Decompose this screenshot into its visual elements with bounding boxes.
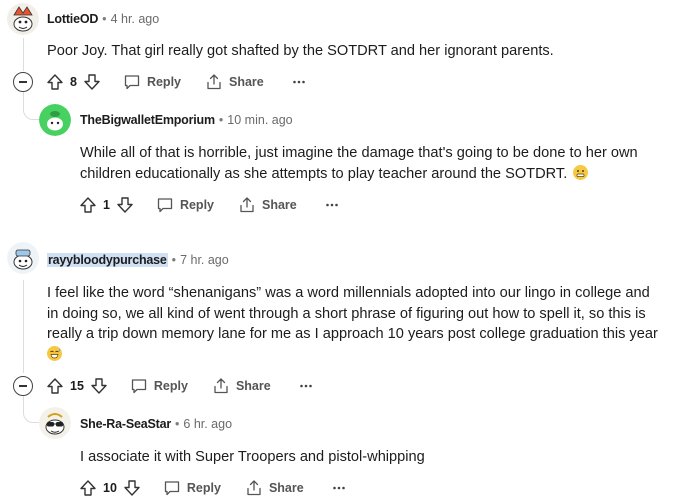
downvote-button[interactable] (83, 68, 101, 96)
collapse-minus-icon[interactable] (13, 376, 33, 396)
timestamp[interactable]: 7 hr. ago (180, 253, 229, 267)
more-dots-icon (332, 486, 345, 490)
thread-elbow (23, 395, 41, 423)
share-button[interactable]: Share (212, 372, 271, 400)
username[interactable]: LottieOD (47, 12, 98, 26)
reply-label: Reply (179, 198, 214, 212)
share-upload-icon (240, 197, 254, 213)
more-options-button[interactable] (332, 474, 346, 502)
downvote-arrow-icon (91, 378, 107, 394)
comment-body: I feel like the word “shenanigans” was a… (47, 283, 660, 365)
comment-meta: rayybloodypurchase • 7 hr. ago (47, 252, 229, 268)
reply-button[interactable]: Reply (123, 68, 181, 96)
upvote-arrow-icon (80, 480, 96, 496)
comment-text: I associate it with Super Troopers and p… (80, 449, 425, 465)
reply-label: Reply (153, 379, 188, 393)
more-dots-icon (299, 384, 312, 388)
reply-button[interactable]: Reply (130, 372, 188, 400)
upvote-button[interactable] (46, 68, 64, 96)
vote-count: 15 (70, 379, 84, 393)
vote-count: 1 (103, 198, 110, 212)
vote-count: 10 (103, 481, 117, 495)
upvote-arrow-icon (80, 197, 96, 213)
share-button[interactable]: Share (238, 191, 297, 219)
timestamp[interactable]: 4 hr. ago (111, 12, 160, 26)
share-upload-icon (207, 74, 221, 90)
share-label: Share (268, 481, 304, 495)
share-button[interactable]: Share (245, 474, 304, 502)
share-button[interactable]: Share (205, 68, 264, 96)
downvote-arrow-icon (84, 74, 100, 90)
separator-dot: • (102, 12, 107, 26)
separator-dot: • (175, 417, 180, 431)
share-upload-icon (214, 378, 228, 394)
thread-line (23, 280, 24, 373)
thread-elbow (23, 92, 41, 120)
comment-body: Poor Joy. That girl really got shafted b… (47, 41, 660, 62)
downvote-button[interactable] (90, 372, 108, 400)
speech-bubble-icon (157, 198, 173, 213)
reply-button[interactable]: Reply (156, 191, 214, 219)
grin-sweat-emoji-icon (47, 345, 62, 361)
comment-body: I associate it with Super Troopers and p… (80, 447, 660, 468)
comment-text: While all of that is horrible, just imag… (80, 145, 638, 182)
reply-label: Reply (146, 75, 181, 89)
user-avatar[interactable] (39, 104, 71, 136)
comment-actions: 8 Reply Share (46, 68, 306, 96)
username[interactable]: She-Ra-SeaStar (80, 417, 171, 431)
username[interactable]: TheBigwalletEmporium (80, 113, 215, 127)
comment-meta: She-Ra-SeaStar • 6 hr. ago (80, 416, 232, 432)
share-upload-icon (247, 480, 261, 496)
more-options-button[interactable] (292, 68, 306, 96)
upvote-button[interactable] (46, 372, 64, 400)
speech-bubble-icon (164, 481, 180, 496)
timestamp[interactable]: 10 min. ago (227, 113, 292, 127)
more-dots-icon (325, 203, 338, 207)
more-options-button[interactable] (299, 372, 313, 400)
share-label: Share (229, 75, 264, 89)
upvote-arrow-icon (47, 74, 63, 90)
comment-text: I feel like the word “shenanigans” was a… (47, 285, 658, 342)
reply-label: Reply (186, 481, 221, 495)
upvote-button[interactable] (79, 191, 97, 219)
separator-dot: • (218, 113, 224, 127)
reply-button[interactable]: Reply (163, 474, 221, 502)
share-label: Share (262, 198, 297, 212)
upvote-button[interactable] (79, 474, 97, 502)
more-dots-icon (292, 80, 305, 84)
comment-actions: 15 Reply Share (46, 372, 313, 400)
downvote-arrow-icon (124, 480, 140, 496)
more-options-button[interactable] (325, 191, 339, 219)
comment-text: Poor Joy. That girl really got shafted b… (47, 43, 554, 59)
downvote-button[interactable] (116, 191, 134, 219)
comment-meta: TheBigwalletEmporium • 10 min. ago (80, 112, 293, 128)
collapse-minus-icon[interactable] (13, 72, 33, 92)
downvote-button[interactable] (123, 474, 141, 502)
comment-meta: LottieOD • 4 hr. ago (47, 11, 159, 27)
grimace-emoji-icon (573, 164, 589, 180)
vote-count: 8 (70, 75, 77, 89)
user-avatar[interactable] (7, 242, 39, 274)
comment-body: While all of that is horrible, just imag… (80, 143, 660, 184)
comment-actions: 10 Reply Share (79, 474, 346, 502)
share-label: Share (235, 379, 271, 393)
speech-bubble-icon (131, 379, 147, 394)
downvote-arrow-icon (117, 197, 133, 213)
speech-bubble-icon (124, 75, 140, 90)
user-avatar[interactable] (7, 3, 39, 35)
separator-dot: • (171, 253, 177, 267)
comment-actions: 1 Reply Share (79, 191, 339, 219)
user-avatar[interactable] (39, 407, 71, 439)
thread-line (23, 38, 24, 71)
timestamp[interactable]: 6 hr. ago (183, 417, 232, 431)
username[interactable]: rayybloodypurchase (47, 253, 168, 267)
upvote-arrow-icon (47, 378, 63, 394)
